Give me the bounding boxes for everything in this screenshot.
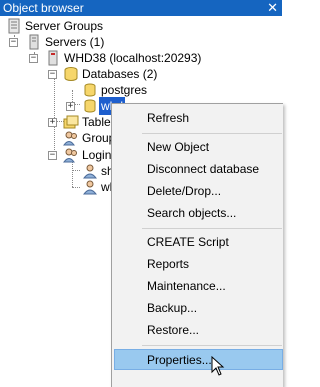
menu-separator	[142, 133, 282, 134]
menu-item-restore[interactable]: Restore...	[114, 320, 283, 341]
databases-collapse-toggle[interactable]: −	[48, 70, 57, 79]
menu-item-maintenance[interactable]: Maintenance...	[114, 276, 283, 297]
servers-icon	[29, 34, 39, 50]
db-whd-expand-toggle[interactable]: +	[66, 102, 75, 111]
panel-titlebar: Object browser ✕	[0, 0, 282, 16]
panel-title: Object browser	[3, 1, 84, 15]
menu-item-delete-drop[interactable]: Delete/Drop...	[114, 181, 283, 202]
menu-item-reports[interactable]: Reports	[114, 254, 283, 275]
menu-separator	[142, 228, 282, 229]
user-icon	[82, 164, 98, 179]
group-roles-icon	[63, 131, 77, 146]
context-menu: Refresh New Object Disconnect database D…	[111, 103, 283, 387]
menu-separator	[142, 345, 282, 346]
tablespaces-expand-toggle[interactable]: +	[48, 118, 57, 127]
mouse-cursor-icon	[211, 356, 225, 376]
menu-item-refresh[interactable]: Refresh	[114, 108, 283, 129]
menu-item-new-object[interactable]: New Object	[114, 137, 283, 158]
server-groups-icon	[8, 18, 20, 34]
databases-icon	[64, 67, 78, 81]
user-icon	[82, 180, 98, 195]
menu-item-properties[interactable]: Properties...	[114, 349, 283, 370]
menu-item-create-script[interactable]: CREATE Script	[114, 232, 283, 253]
servers-collapse-toggle[interactable]: −	[9, 38, 18, 47]
database-icon	[84, 99, 96, 113]
close-icon[interactable]: ✕	[267, 0, 278, 15]
login-roles-collapse-toggle[interactable]: −	[48, 151, 57, 160]
server-collapse-toggle[interactable]: −	[29, 54, 38, 63]
menu-item-backup[interactable]: Backup...	[114, 298, 283, 319]
menu-item-disconnect-database[interactable]: Disconnect database	[114, 159, 283, 180]
login-roles-icon	[63, 148, 77, 163]
tablespaces-icon	[63, 115, 79, 129]
server-icon	[48, 50, 58, 66]
database-icon	[84, 83, 96, 97]
menu-item-search-objects[interactable]: Search objects...	[114, 203, 283, 224]
